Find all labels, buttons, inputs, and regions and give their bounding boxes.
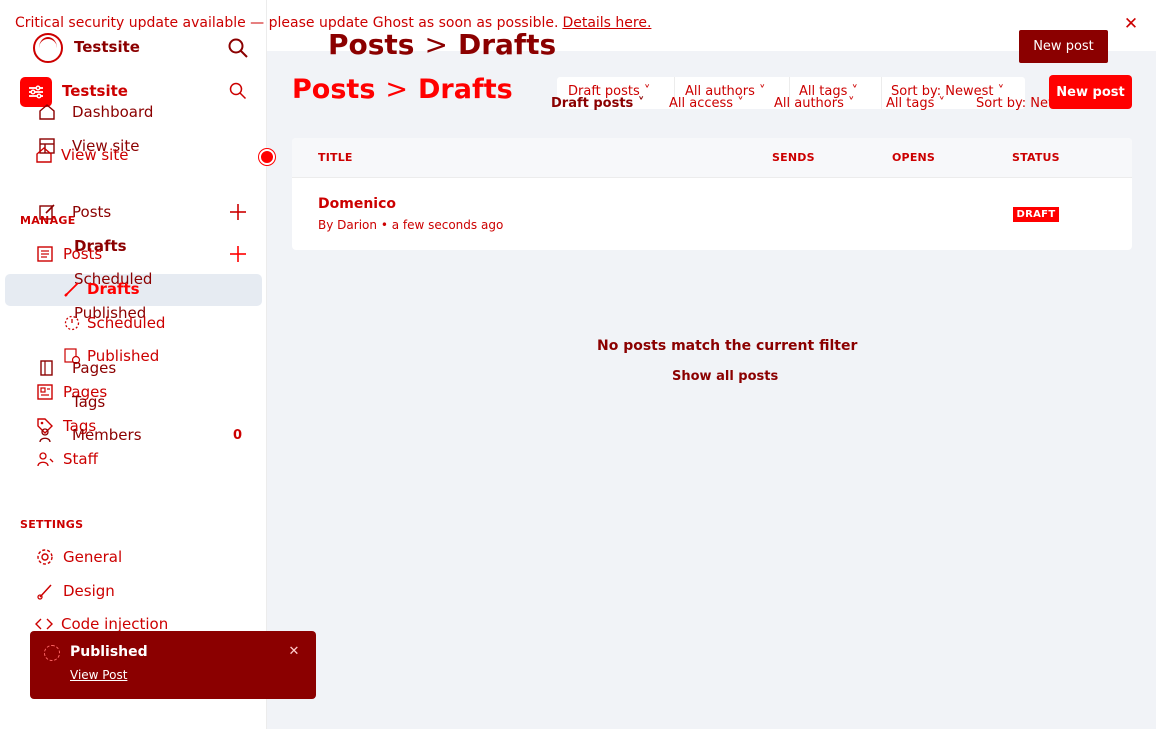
site-name-overlay: Testsite xyxy=(74,38,140,56)
breadcrumb-current-overlay: Drafts xyxy=(457,28,557,61)
add-post-icon[interactable] xyxy=(229,203,247,221)
sidebar-item-members-overlay[interactable]: Members xyxy=(38,426,142,444)
show-all-posts-link[interactable]: Show all posts xyxy=(672,369,778,384)
post-timestamp: • a few seconds ago xyxy=(380,218,504,232)
posts-table: TITLE SENDS OPENS STATUS Domenico By Dar… xyxy=(292,138,1132,250)
manage-section-label: MANAGE xyxy=(20,214,76,227)
sidebar-item-label: Design xyxy=(63,582,115,600)
app-root: Critical security update available — ple… xyxy=(0,0,1156,729)
clock-icon xyxy=(64,315,80,331)
breadcrumb-root[interactable]: Posts xyxy=(292,74,375,105)
members-icon xyxy=(39,428,51,443)
pencil-icon xyxy=(64,282,79,297)
chevron-right-icon: > xyxy=(385,74,409,105)
post-title-link[interactable]: Domenico xyxy=(318,196,396,212)
close-icon[interactable]: ✕ xyxy=(287,645,301,659)
sidebar-item-view-site[interactable]: View site xyxy=(35,146,128,164)
sidebar-item-tags-overlay[interactable]: Tags xyxy=(72,393,105,411)
notification-toast: Published View Post ✕ xyxy=(30,631,316,699)
staff-icon xyxy=(37,452,54,467)
sidebar-item-design[interactable]: Design xyxy=(36,582,115,600)
sidebar-item-general[interactable]: General xyxy=(36,548,122,566)
sidebar-item-label: Dashboard xyxy=(72,103,154,121)
sidebar-item-staff[interactable]: Staff xyxy=(36,450,98,468)
view-post-link[interactable]: View Post xyxy=(70,668,127,682)
sidebar-item-scheduled[interactable]: Scheduled xyxy=(63,314,165,332)
sidebar-item-label: Posts xyxy=(72,203,112,221)
sliders-icon xyxy=(29,85,43,99)
pages-icon xyxy=(40,360,53,376)
sidebar-item-label: Scheduled xyxy=(87,314,166,332)
post-by-label: By xyxy=(318,218,334,232)
filter-label: Draft posts xyxy=(551,96,634,111)
sidebar-item-label: Members xyxy=(72,426,142,444)
column-sends-header: SENDS xyxy=(772,151,815,164)
new-post-button[interactable]: New post xyxy=(1049,75,1132,109)
breadcrumb-root-overlay[interactable]: Posts xyxy=(328,28,414,61)
post-meta: By Darion • a few seconds ago xyxy=(318,218,503,232)
page-icon xyxy=(37,384,53,400)
post-author[interactable]: Darion xyxy=(337,218,377,232)
filter-access-dropdown[interactable]: All access ˅ xyxy=(669,96,744,111)
sidebar-item-label: General xyxy=(63,548,123,566)
filter-author-dropdown[interactable]: All authors ˅ xyxy=(774,96,855,111)
sidebar-item-pages-overlay[interactable]: Pages xyxy=(38,359,116,377)
members-count-badge: 0 xyxy=(233,428,243,443)
sidebar-item-label: View site xyxy=(61,146,129,164)
banner-details-link[interactable]: Details here. xyxy=(562,15,651,31)
breadcrumb-current: Drafts xyxy=(418,74,513,105)
chevron-right-icon: > xyxy=(424,28,448,61)
status-badge: DRAFT xyxy=(1013,207,1059,222)
sidebar-resize-handle[interactable] xyxy=(259,149,275,165)
sidebar-item-dashboard-overlay[interactable]: Dashboard xyxy=(38,103,153,121)
document-icon xyxy=(37,246,53,262)
home-icon xyxy=(39,104,55,120)
new-post-button-overlay[interactable]: New post xyxy=(1019,30,1108,63)
sidebar-item-label: Posts xyxy=(63,245,103,263)
site-logo-overlay-icon xyxy=(33,33,63,63)
page-title: Posts > Drafts xyxy=(292,74,513,110)
filter-type-dropdown[interactable]: Draft posts ˅ xyxy=(551,96,644,111)
sidebar-item-label: Pages xyxy=(72,359,117,377)
published-status-icon xyxy=(44,645,60,661)
search-icon[interactable] xyxy=(228,38,248,58)
banner-close-icon[interactable]: ✕ xyxy=(1123,15,1139,33)
site-name[interactable]: Testsite xyxy=(62,82,128,100)
toast-title: Published xyxy=(70,644,148,660)
settings-section-label: SETTINGS xyxy=(20,518,84,531)
page-title-overlay: Posts > Drafts xyxy=(328,28,556,64)
column-title-header: TITLE xyxy=(318,151,353,164)
search-icon[interactable] xyxy=(229,82,247,100)
filter-tags-dropdown[interactable]: All tags ˅ xyxy=(886,96,945,111)
add-post-icon[interactable] xyxy=(229,245,247,263)
filter-label: All access xyxy=(669,96,734,111)
table-header: TITLE SENDS OPENS STATUS xyxy=(292,138,1132,178)
home-icon xyxy=(36,147,52,163)
column-opens-header: OPENS xyxy=(892,151,936,164)
brush-icon xyxy=(37,584,52,600)
empty-state-message: No posts match the current filter xyxy=(597,338,858,354)
gear-icon xyxy=(37,549,53,565)
sidebar-item-drafts[interactable]: Drafts xyxy=(63,280,140,298)
filter-divider xyxy=(881,77,882,109)
filter-label: All authors xyxy=(774,96,844,111)
sidebar-item-label: Staff xyxy=(63,450,98,468)
filter-label: All tags xyxy=(886,96,935,111)
sidebar-item-posts[interactable]: Posts xyxy=(36,245,102,263)
sidebar-item-label: Drafts xyxy=(87,280,140,298)
column-status-header: STATUS xyxy=(1012,151,1060,164)
